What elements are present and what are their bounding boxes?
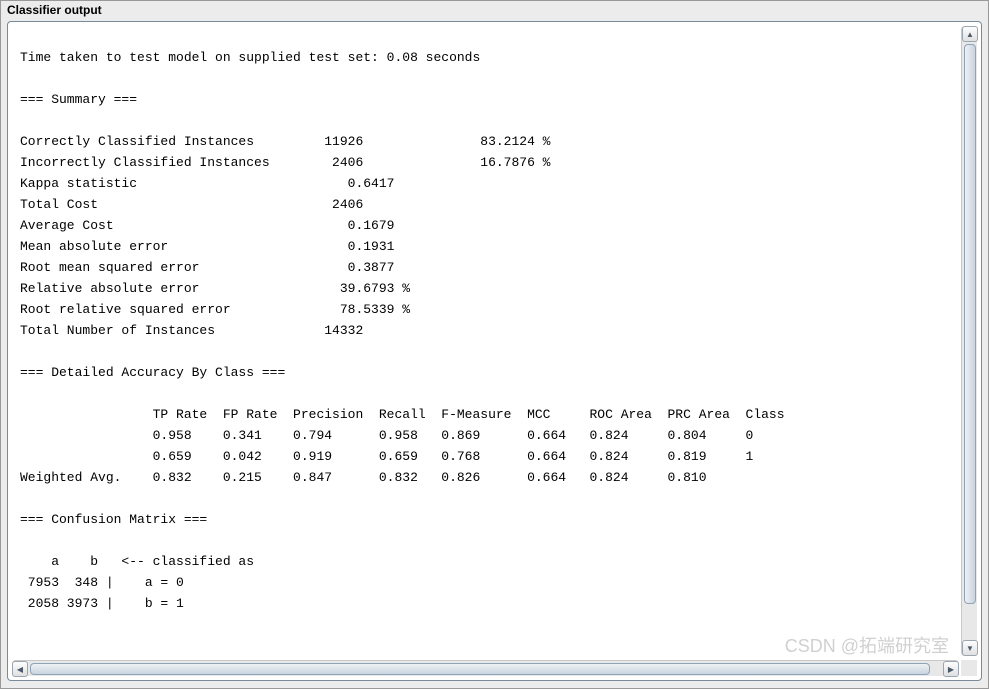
scroll-left-arrow-icon[interactable]: ◀ — [12, 661, 28, 677]
classifier-output-text[interactable]: Time taken to test model on supplied tes… — [12, 39, 959, 643]
vertical-scroll-thumb[interactable] — [964, 44, 976, 604]
scroll-up-arrow-icon[interactable]: ▲ — [962, 26, 978, 42]
scrollbar-corner — [961, 660, 977, 676]
output-frame: Time taken to test model on supplied tes… — [7, 21, 982, 681]
horizontal-scrollbar[interactable]: ◀ ▶ — [12, 660, 959, 676]
horizontal-scroll-thumb[interactable] — [30, 663, 930, 675]
scroll-down-arrow-icon[interactable]: ▼ — [962, 640, 978, 656]
vertical-scrollbar[interactable]: ▲ ▼ — [961, 26, 977, 656]
scroll-right-arrow-icon[interactable]: ▶ — [943, 661, 959, 677]
panel-title: Classifier output — [1, 1, 988, 21]
classifier-output-panel: Classifier output Time taken to test mod… — [0, 0, 989, 689]
